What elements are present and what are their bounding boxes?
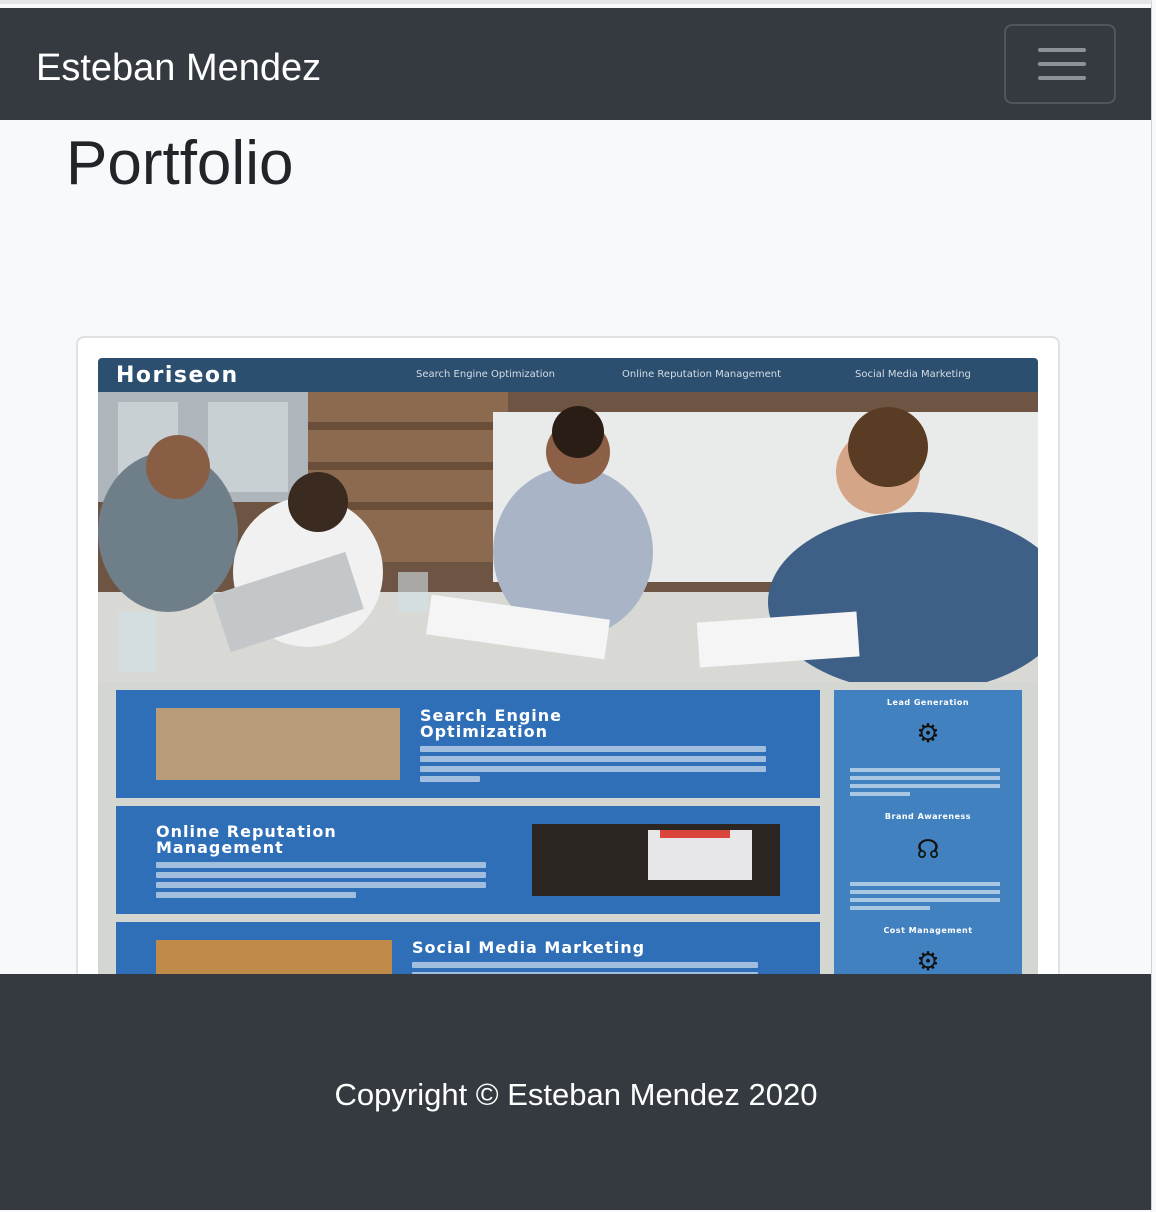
section-title: Social Media Marketing — [412, 938, 646, 957]
horiseon-hero-image — [98, 392, 1038, 682]
navbar: Esteban Mendez — [0, 8, 1151, 120]
horiseon-section-orm: Online Reputation Management — [116, 806, 820, 914]
browser-viewport: Esteban Mendez Portfolio Horiseon Search… — [0, 0, 1152, 1210]
footer: Copyright © Esteban Mendez 2020 — [0, 974, 1151, 1210]
section-title: Search Engine Optimization — [420, 706, 563, 741]
project-screenshot[interactable]: Horiseon Search Engine Optimization Onli… — [98, 358, 1038, 1034]
navbar-toggle-button[interactable] — [1004, 24, 1116, 104]
navbar-brand[interactable]: Esteban Mendez — [36, 46, 321, 90]
brand-awareness-icon: ☊ — [916, 834, 940, 864]
sidebar-title: Brand Awareness — [884, 812, 972, 821]
horiseon-nav-item: Search Engine Optimization — [416, 369, 555, 380]
section-title: Online Reputation Management — [156, 822, 337, 857]
lead-generation-icon: ⚙ — [916, 718, 940, 748]
footer-copyright: Copyright © Esteban Mendez 2020 — [334, 1077, 818, 1112]
reputation-image — [532, 824, 780, 896]
page-title: Portfolio — [66, 129, 294, 198]
horiseon-nav-item: Social Media Marketing — [855, 369, 971, 380]
portfolio-card[interactable]: Horiseon Search Engine Optimization Onli… — [76, 336, 1060, 1036]
horiseon-section-seo: Search Engine Optimization — [116, 690, 820, 798]
sidebar-title: Cost Management — [883, 926, 973, 935]
horiseon-nav-item: Online Reputation Management — [622, 369, 782, 380]
sidebar-title: Lead Generation — [886, 698, 970, 707]
seo-image — [156, 708, 400, 780]
cost-management-icon: ⚙ — [916, 946, 940, 976]
horiseon-header: Horiseon Search Engine Optimization Onli… — [98, 358, 1038, 392]
horiseon-logo: Horiseon — [116, 363, 239, 388]
